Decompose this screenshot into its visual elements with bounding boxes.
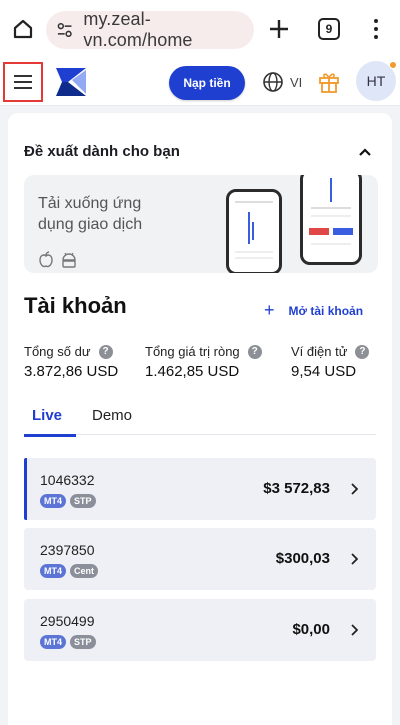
account-number: 2950499 xyxy=(40,613,95,629)
account-row[interactable]: 2397850 MT4 Cent $300,03 xyxy=(24,528,376,590)
new-tab-icon[interactable] xyxy=(266,16,292,42)
chevron-right-icon xyxy=(351,483,358,495)
main-card: Đề xuất dành cho bạn Tải xuống ứng dụng … xyxy=(8,113,392,725)
download-app-banner[interactable]: Tải xuống ứng dụng giao dịch xyxy=(24,175,378,273)
account-balance: $0,00 xyxy=(292,621,330,638)
account-number: 1046332 xyxy=(40,472,95,488)
brand-logo[interactable] xyxy=(54,66,88,98)
notification-dot xyxy=(389,61,397,69)
open-account-button[interactable]: + Mở tài khoản xyxy=(264,300,363,321)
e-wallet-stat: Ví điện tử? 9,54 USD xyxy=(291,344,370,380)
app-header: Nạp tiền VI HT xyxy=(0,58,400,106)
home-icon[interactable] xyxy=(8,14,38,44)
net-worth-stat: Tổng giá trị ròng? 1.462,85 USD xyxy=(145,344,262,380)
stat-value: 1.462,85 USD xyxy=(145,363,240,380)
android-icon xyxy=(62,252,76,268)
site-settings-icon[interactable] xyxy=(56,21,73,39)
chevron-right-icon xyxy=(351,624,358,636)
account-type-badge: STP xyxy=(70,494,96,508)
stat-label: Ví điện tử xyxy=(291,344,348,359)
platform-badge: MT4 xyxy=(40,494,66,508)
platform-badge: MT4 xyxy=(40,564,66,578)
account-type-badge: STP xyxy=(70,635,96,649)
tab-live[interactable]: Live xyxy=(23,407,77,437)
deposit-button[interactable]: Nạp tiền xyxy=(169,66,245,100)
more-options-icon[interactable] xyxy=(366,16,386,42)
globe-icon xyxy=(263,72,283,92)
browser-toolbar: my.zeal-vn.com/home 9 xyxy=(0,0,400,58)
recommendations-title: Đề xuất dành cho bạn xyxy=(24,143,180,160)
chevron-right-icon xyxy=(351,553,358,565)
help-icon[interactable]: ? xyxy=(98,344,113,359)
user-avatar[interactable]: HT xyxy=(356,61,397,101)
tab-switcher-button[interactable]: 9 xyxy=(318,18,340,40)
language-selector[interactable]: VI xyxy=(262,70,302,94)
url-bar[interactable]: my.zeal-vn.com/home xyxy=(46,9,254,50)
phone-mockup-back xyxy=(226,189,282,273)
banner-text: Tải xuống ứng dụng giao dịch xyxy=(38,195,143,233)
account-row[interactable]: 2950499 MT4 STP $0,00 xyxy=(24,599,376,661)
stat-label: Tổng số dư xyxy=(24,344,91,359)
phone-mockup-front xyxy=(300,175,362,265)
help-icon[interactable]: ? xyxy=(247,344,262,359)
account-type-tabs: Live Demo xyxy=(23,405,376,437)
gift-icon[interactable] xyxy=(318,70,340,94)
stat-label: Tổng giá trị ròng xyxy=(145,344,240,359)
tab-demo[interactable]: Demo xyxy=(92,407,132,424)
open-account-label: Mở tài khoản xyxy=(288,303,364,318)
total-balance-stat: Tổng số dư? 3.872,86 USD xyxy=(24,344,118,380)
plus-icon: + xyxy=(264,300,275,320)
language-label: VI xyxy=(290,74,303,90)
accounts-title: Tài khoản xyxy=(24,293,127,318)
os-icons xyxy=(38,251,78,269)
stat-value: 9,54 USD xyxy=(291,363,357,380)
apple-icon xyxy=(39,251,53,268)
account-balance: $3 572,83 xyxy=(263,480,330,497)
platform-badge: MT4 xyxy=(40,635,66,649)
chevron-up-icon[interactable] xyxy=(358,147,372,157)
account-type-badge: Cent xyxy=(70,564,98,578)
account-balance: $300,03 xyxy=(275,550,330,567)
account-row[interactable]: 1046332 MT4 STP $3 572,83 xyxy=(24,458,376,520)
avatar-initials: HT xyxy=(366,73,386,89)
account-number: 2397850 xyxy=(40,542,95,558)
stat-value: 3.872,86 USD xyxy=(24,363,119,380)
help-icon[interactable]: ? xyxy=(355,344,370,359)
url-text: my.zeal-vn.com/home xyxy=(83,9,193,50)
hamburger-menu-button[interactable] xyxy=(3,62,43,102)
